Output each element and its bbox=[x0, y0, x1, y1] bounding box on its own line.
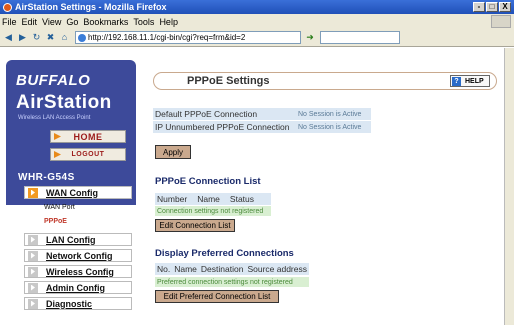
arrow-box-icon bbox=[28, 187, 38, 198]
reload-icon[interactable]: ↻ bbox=[31, 32, 42, 43]
menu-view[interactable]: View bbox=[42, 17, 61, 27]
minimize-button[interactable]: - bbox=[473, 2, 485, 12]
page-title: PPPoE Settings bbox=[187, 75, 270, 87]
main-panel: PPPoE Settings ? HELP Default PPPoE Conn… bbox=[149, 52, 504, 324]
sidebar-item-label: LAN Config bbox=[46, 234, 96, 245]
arrow-box-icon bbox=[28, 266, 38, 277]
logout-button-label: LOGOUT bbox=[71, 151, 105, 158]
menu-tools[interactable]: Tools bbox=[133, 17, 154, 27]
column-header: Name bbox=[174, 264, 197, 274]
status-row: Default PPPoE Connection No Session is A… bbox=[153, 108, 371, 120]
connection-list-header: Number Name Status bbox=[155, 193, 271, 205]
column-header: Name bbox=[197, 194, 220, 204]
chevron-right-icon bbox=[54, 133, 61, 140]
logout-button[interactable]: LOGOUT bbox=[50, 148, 126, 161]
back-icon[interactable]: ◀ bbox=[3, 32, 14, 43]
window-title: AirStation Settings - Mozilla Firefox bbox=[15, 2, 167, 12]
edit-connection-list-button[interactable]: Edit Connection List bbox=[155, 219, 235, 232]
column-header: Number bbox=[157, 194, 188, 204]
column-header: Destination bbox=[200, 264, 244, 274]
column-header: Status bbox=[229, 194, 255, 204]
apply-button[interactable]: Apply bbox=[155, 145, 191, 159]
menu-go[interactable]: Go bbox=[66, 17, 78, 27]
maximize-button[interactable]: □ bbox=[486, 2, 498, 12]
sidebar-item-diagnostic[interactable]: Diagnostic bbox=[24, 297, 132, 310]
navigation-toolbar: ◀ ▶ ↻ ✖ ⌂ http://192.168.11.1/cgi-bin/cg… bbox=[0, 29, 514, 47]
chevron-right-icon bbox=[54, 151, 61, 158]
help-button-label: HELP bbox=[465, 77, 484, 85]
home-icon[interactable]: ⌂ bbox=[59, 32, 70, 43]
site-icon bbox=[78, 33, 86, 42]
arrow-box-icon bbox=[28, 234, 38, 245]
connection-list-title: PPPoE Connection List bbox=[155, 176, 261, 187]
close-button[interactable]: X bbox=[499, 2, 511, 12]
menubar: File Edit View Go Bookmarks Tools Help bbox=[0, 14, 514, 29]
connection-status-table: Default PPPoE Connection No Session is A… bbox=[153, 108, 371, 134]
sidebar-item-label: Diagnostic bbox=[46, 298, 93, 309]
sidebar: BUFFALO AirStation Wireless LAN Access P… bbox=[6, 52, 140, 322]
product-tagline: Wireless LAN Access Point bbox=[18, 115, 91, 121]
column-header: Source address bbox=[247, 264, 307, 274]
forward-icon[interactable]: ▶ bbox=[17, 32, 28, 43]
window-titlebar: AirStation Settings - Mozilla Firefox - … bbox=[0, 0, 514, 14]
menu-help[interactable]: Help bbox=[159, 17, 178, 27]
sidebar-item-lan-config[interactable]: LAN Config bbox=[24, 233, 132, 246]
submenu-wan-port[interactable]: WAN Port bbox=[44, 204, 75, 211]
help-button[interactable]: ? HELP bbox=[450, 75, 490, 87]
status-label: IP Unnumbered PPPoE Connection bbox=[155, 122, 290, 132]
arrow-box-icon bbox=[28, 298, 38, 309]
model-name: WHR-G54S bbox=[18, 172, 75, 183]
preferred-list-note: Preferred connection settings not regist… bbox=[155, 277, 309, 287]
menu-edit[interactable]: Edit bbox=[22, 17, 38, 27]
edit-preferred-list-button[interactable]: Edit Preferred Connection List bbox=[155, 290, 279, 303]
home-button-label: HOME bbox=[73, 131, 103, 142]
status-label: Default PPPoE Connection bbox=[155, 109, 258, 119]
sidebar-item-label: Admin Config bbox=[46, 282, 105, 293]
product-name: AirStation bbox=[16, 92, 112, 113]
preferred-list-header: No. Name Destination Source address bbox=[155, 263, 309, 275]
sidebar-item-label: Wireless Config bbox=[46, 266, 114, 277]
preferred-connections-title: Display Preferred Connections bbox=[155, 248, 294, 259]
sidebar-item-wireless-config[interactable]: Wireless Config bbox=[24, 265, 132, 278]
window-controls: - □ X bbox=[473, 2, 511, 12]
page-header: PPPoE Settings ? HELP bbox=[153, 72, 497, 90]
menu-bookmarks[interactable]: Bookmarks bbox=[83, 17, 128, 27]
stop-icon[interactable]: ✖ bbox=[45, 32, 56, 43]
status-value: No Session is Active bbox=[298, 123, 362, 131]
brand-panel: BUFFALO AirStation Wireless LAN Access P… bbox=[6, 60, 136, 205]
address-text: http://192.168.11.1/cgi-bin/cgi?req=frm&… bbox=[88, 33, 246, 42]
sidebar-item-network-config[interactable]: Network Config bbox=[24, 249, 132, 262]
submenu-pppoe[interactable]: PPPoE bbox=[44, 218, 67, 225]
firefox-icon bbox=[3, 2, 12, 12]
status-value: No Session is Active bbox=[298, 110, 362, 118]
go-icon[interactable]: ➜ bbox=[303, 31, 317, 44]
address-bar[interactable]: http://192.168.11.1/cgi-bin/cgi?req=frm&… bbox=[75, 31, 301, 44]
throbber-icon bbox=[491, 15, 511, 28]
search-input[interactable] bbox=[320, 31, 400, 44]
help-icon: ? bbox=[452, 76, 461, 86]
brand-logo: BUFFALO bbox=[16, 72, 91, 89]
menu-file[interactable]: File bbox=[2, 17, 17, 27]
sidebar-item-wan-config[interactable]: WAN Config bbox=[24, 186, 132, 199]
home-button[interactable]: HOME bbox=[50, 130, 126, 143]
sidebar-item-label: WAN Config bbox=[46, 187, 98, 198]
sidebar-item-label: Network Config bbox=[46, 250, 113, 261]
status-row: IP Unnumbered PPPoE Connection No Sessio… bbox=[153, 121, 371, 133]
arrow-box-icon bbox=[28, 250, 38, 261]
arrow-box-icon bbox=[28, 282, 38, 293]
connection-list-note: Connection settings not registered bbox=[155, 206, 271, 216]
vertical-scrollbar[interactable] bbox=[504, 48, 514, 325]
column-header: No. bbox=[157, 264, 171, 274]
sidebar-item-admin-config[interactable]: Admin Config bbox=[24, 281, 132, 294]
